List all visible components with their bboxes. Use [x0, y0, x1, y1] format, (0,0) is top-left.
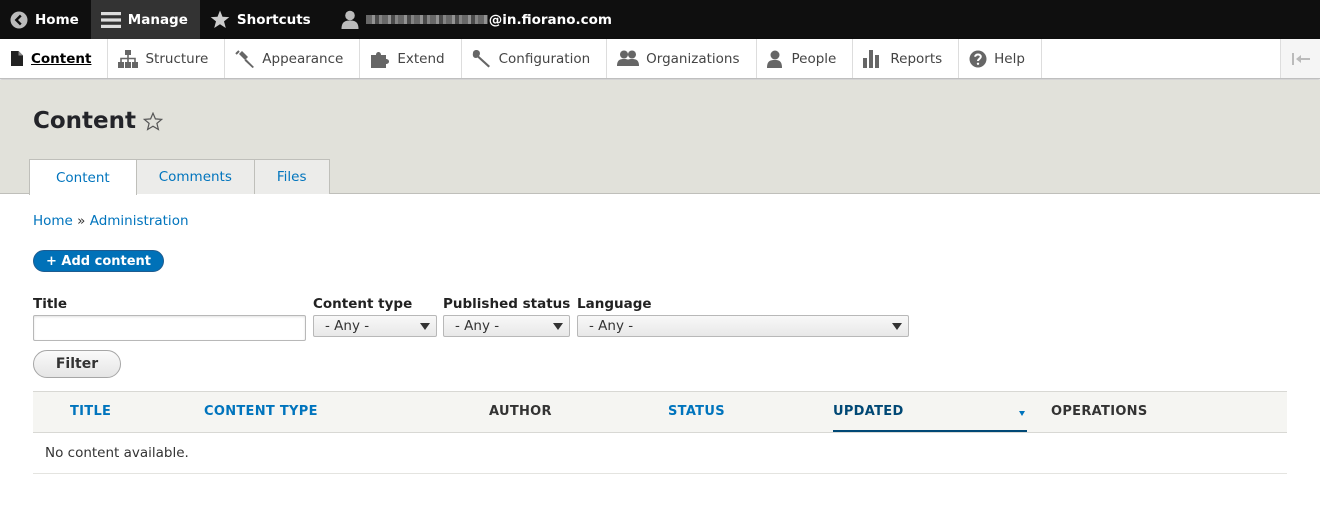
tray-item-extend[interactable]: Extend: [360, 39, 462, 78]
tray-item-content[interactable]: Content: [0, 39, 109, 78]
bar-chart-icon: [863, 49, 880, 68]
toolbar-home-link[interactable]: Home: [0, 0, 91, 39]
tab-content[interactable]: Content: [29, 159, 137, 195]
file-icon: [11, 51, 23, 66]
empty-table-message: No content available.: [45, 445, 189, 461]
toolbar-shortcuts-tab[interactable]: Shortcuts: [200, 0, 323, 39]
active-sort-indicator: [833, 430, 1027, 432]
content-type-selected-value: - Any -: [325, 318, 370, 334]
back-arrow-icon: [10, 11, 28, 28]
breadcrumb-home-link[interactable]: Home: [33, 213, 73, 229]
add-content-button[interactable]: + Add content: [33, 250, 165, 272]
tab-comments[interactable]: Comments: [135, 159, 255, 194]
tray-item-reports[interactable]: Reports: [853, 39, 960, 78]
breadcrumb: Home » Administration: [33, 213, 189, 229]
user-icon: [341, 10, 359, 29]
tray-item-label: Extend: [397, 50, 445, 67]
toolbar-user-tab[interactable]: @in.fiorano.com: [323, 0, 624, 39]
tray-item-label: Structure: [145, 50, 209, 67]
tray-item-label: Help: [994, 50, 1025, 67]
user-email-domain: @in.fiorano.com: [488, 11, 612, 28]
manage-tray: Content Structure Appearance Extend Conf…: [0, 39, 1320, 79]
primary-tabs: Content Comments Files: [29, 159, 330, 195]
content-table-header: TITLE CONTENT TYPE AUTHOR STATUS UPDATED…: [33, 391, 1287, 433]
content-type-select[interactable]: - Any -: [313, 315, 437, 337]
shortcut-star-icon[interactable]: [143, 111, 164, 131]
group-icon: [617, 50, 640, 66]
page-title-text: Content: [33, 108, 137, 134]
tray-item-label: Reports: [890, 50, 943, 67]
tray-item-label: Configuration: [498, 50, 591, 67]
tray-orientation-toggle[interactable]: [1280, 39, 1320, 78]
brush-icon: [235, 49, 255, 68]
dropdown-arrow-icon: [892, 323, 902, 330]
tray-item-appearance[interactable]: Appearance: [225, 39, 361, 78]
sitemap-icon: [118, 49, 139, 68]
breadcrumb-administration-link[interactable]: Administration: [90, 213, 189, 229]
column-header-content-type[interactable]: CONTENT TYPE: [204, 404, 318, 419]
column-header-operations: OPERATIONS: [1051, 404, 1148, 419]
content-type-filter-label: Content type: [313, 296, 413, 312]
tray-item-label: People: [791, 50, 837, 67]
column-header-author: AUTHOR: [489, 404, 552, 419]
admin-toolbar: Home Manage Shortcuts @in.fiorano.com: [0, 0, 1320, 39]
person-icon: [766, 50, 782, 68]
column-header-title[interactable]: TITLE: [70, 404, 111, 419]
published-status-selected-value: - Any -: [455, 318, 500, 334]
tray-item-structure[interactable]: Structure: [108, 39, 226, 78]
username-redacted: [365, 15, 488, 24]
toolbar-shortcuts-label: Shortcuts: [236, 11, 311, 28]
collapse-left-icon: [1291, 52, 1310, 65]
page-header: Content Content Comments Files: [0, 80, 1320, 195]
content-table-body: No content available.: [33, 433, 1287, 474]
title-filter-label: Title: [33, 296, 68, 312]
wrench-icon: [472, 49, 490, 67]
tab-files[interactable]: Files: [253, 159, 330, 194]
dropdown-arrow-icon: [420, 323, 430, 330]
tray-item-help[interactable]: Help: [959, 39, 1042, 78]
tray-item-label: Organizations: [646, 50, 740, 67]
title-filter-input[interactable]: [33, 315, 306, 341]
language-select[interactable]: - Any -: [577, 315, 909, 337]
toolbar-home-label: Home: [35, 11, 79, 28]
tray-item-organizations[interactable]: Organizations: [607, 39, 757, 78]
page-title: Content: [33, 108, 164, 134]
breadcrumb-separator: »: [72, 213, 90, 229]
filter-button[interactable]: Filter: [33, 350, 121, 378]
toolbar-manage-label: Manage: [127, 11, 188, 28]
tray-item-configuration[interactable]: Configuration: [462, 39, 608, 78]
star-icon: [210, 10, 230, 28]
puzzle-icon: [371, 51, 390, 68]
toolbar-manage-tab[interactable]: Manage: [90, 0, 200, 39]
published-status-select[interactable]: - Any -: [443, 315, 570, 337]
language-selected-value: - Any -: [589, 318, 634, 334]
column-header-updated[interactable]: UPDATED: [833, 404, 904, 419]
dropdown-arrow-icon: [553, 323, 563, 330]
help-icon: [969, 50, 987, 67]
tray-item-label: Content: [31, 50, 92, 67]
language-filter-label: Language: [577, 296, 652, 312]
column-header-status[interactable]: STATUS: [668, 404, 725, 419]
published-status-filter-label: Published status: [443, 296, 571, 312]
tray-item-label: Appearance: [262, 50, 344, 67]
tray-item-people[interactable]: People: [757, 39, 854, 78]
sort-descending-icon: [1019, 411, 1025, 416]
hamburger-menu-icon: [100, 11, 121, 28]
